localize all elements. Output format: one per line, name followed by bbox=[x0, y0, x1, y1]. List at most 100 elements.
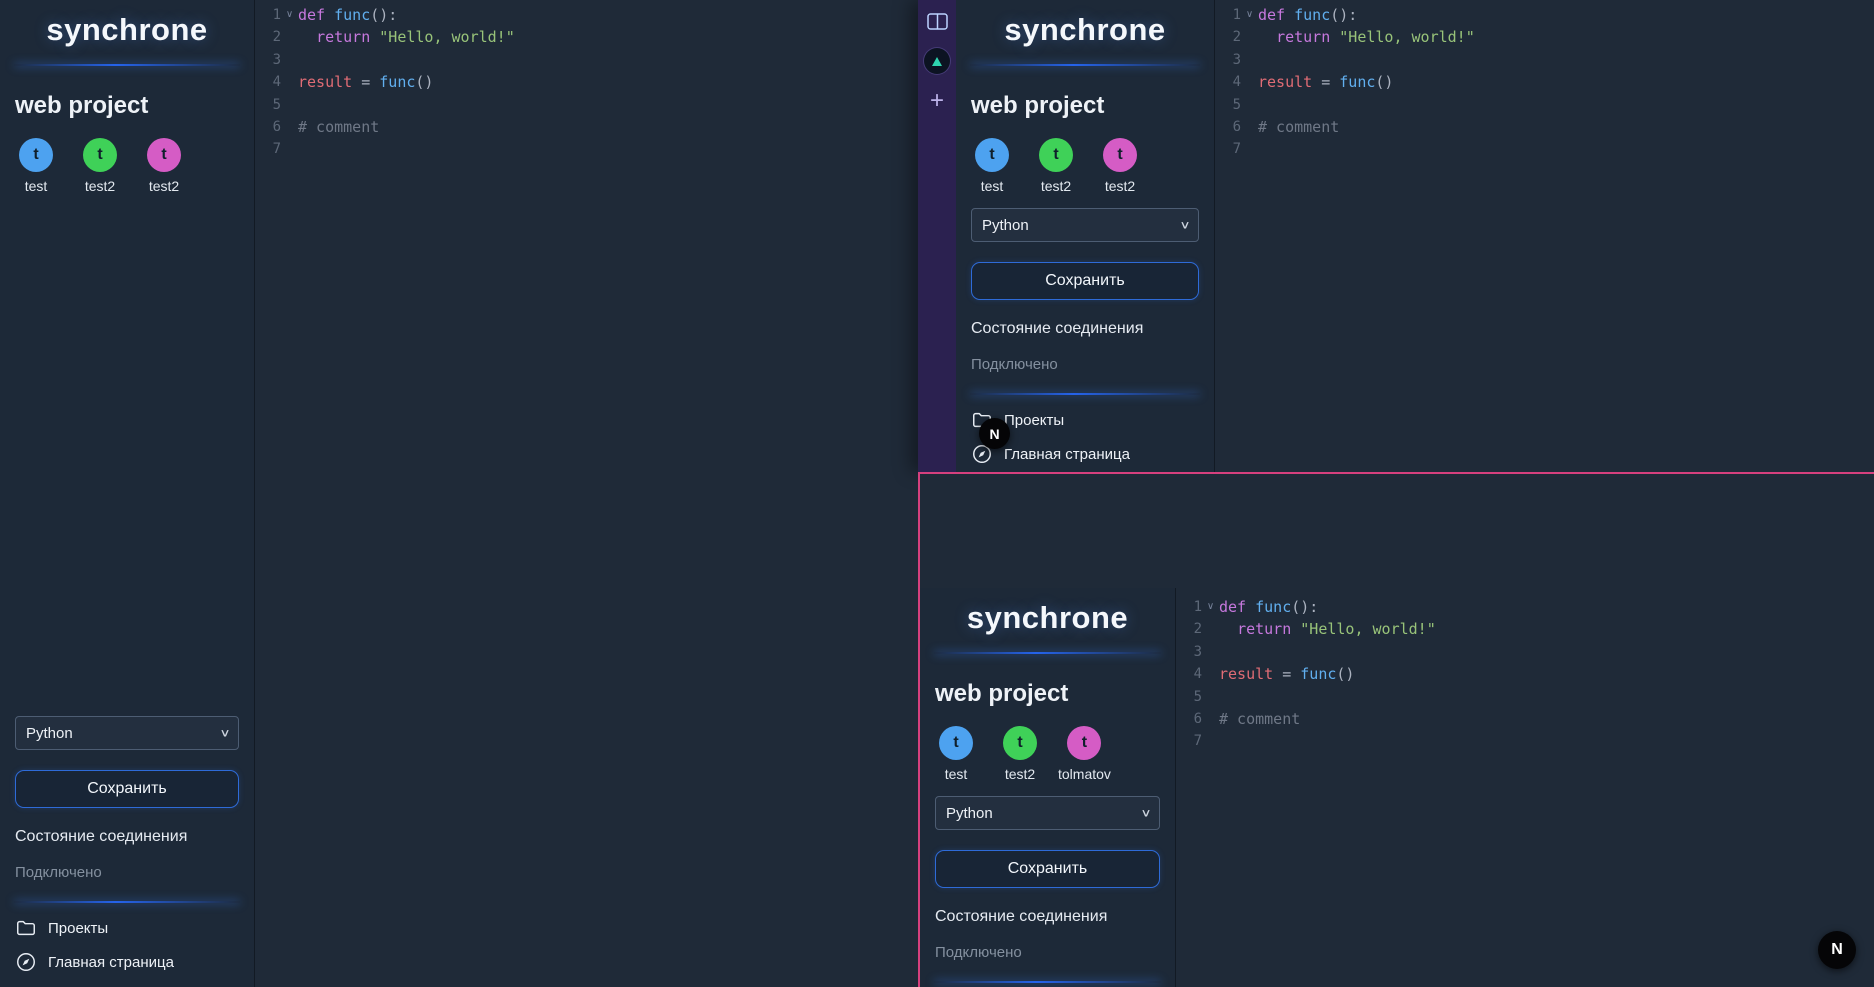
member-name: test2 bbox=[149, 178, 179, 194]
line-number: 1 bbox=[255, 4, 281, 26]
line-number: 5 bbox=[1176, 686, 1202, 708]
member-chip: t test2 bbox=[994, 726, 1046, 782]
code-line: 6 # comment bbox=[1215, 116, 1874, 138]
split-view-button[interactable] bbox=[923, 8, 951, 34]
code-text: # comment bbox=[1258, 116, 1339, 138]
line-number: 3 bbox=[1215, 49, 1241, 71]
sidebar: synchrone web project t test t test2 t t… bbox=[920, 588, 1176, 987]
language-select-wrap: Python ∨ bbox=[935, 796, 1160, 830]
connection-label: Состояние соединения bbox=[935, 908, 1160, 926]
divider bbox=[934, 652, 1161, 654]
member-chip: t test bbox=[10, 138, 62, 194]
language-select[interactable]: Python bbox=[971, 208, 1199, 242]
line-number: 6 bbox=[1215, 116, 1241, 138]
avatar: t bbox=[1039, 138, 1073, 172]
user-badge[interactable]: N bbox=[1818, 931, 1856, 969]
nav-label: Главная страница bbox=[1004, 446, 1130, 463]
sidebar: synchrone web project t test t test2 t t… bbox=[956, 0, 1215, 472]
member-chip: t test2 bbox=[1094, 138, 1146, 194]
member-list: t test t test2 t test2 bbox=[966, 138, 1204, 194]
sidebar-item-home[interactable]: Главная страница bbox=[971, 443, 1199, 465]
code-line: 7 bbox=[1215, 138, 1874, 160]
code-editor[interactable]: 1∨def func():2 return "Hello, world!"34r… bbox=[1176, 588, 1874, 987]
language-select[interactable]: Python bbox=[15, 716, 239, 750]
project-title: web project bbox=[935, 680, 1160, 708]
member-name: test bbox=[25, 178, 48, 194]
add-button[interactable]: + bbox=[923, 88, 951, 114]
code-text: return "Hello, world!" bbox=[1258, 26, 1475, 48]
code-text: result = func() bbox=[298, 71, 433, 93]
avatar: t bbox=[1003, 726, 1037, 760]
app-title: synchrone bbox=[920, 600, 1175, 636]
member-name: test2 bbox=[1005, 766, 1035, 782]
avatar: t bbox=[147, 138, 181, 172]
connection-status: Подключено bbox=[15, 864, 239, 881]
code-text: return "Hello, world!" bbox=[298, 26, 515, 48]
deploy-button[interactable] bbox=[924, 48, 950, 74]
connection-status: Подключено bbox=[935, 944, 1160, 961]
save-button[interactable]: Сохранить bbox=[971, 262, 1199, 300]
avatar: t bbox=[1067, 726, 1101, 760]
member-name: test2 bbox=[85, 178, 115, 194]
nav-label: Проекты bbox=[1004, 412, 1064, 429]
line-number: 1 bbox=[1176, 596, 1202, 618]
user-badge[interactable]: N bbox=[979, 418, 1010, 449]
divider bbox=[14, 64, 240, 66]
avatar: t bbox=[939, 726, 973, 760]
line-number: 3 bbox=[1176, 641, 1202, 663]
spacer bbox=[0, 194, 254, 702]
member-chip: t test bbox=[930, 726, 982, 782]
language-select-wrap: Python ∨ bbox=[971, 208, 1199, 242]
columns-icon bbox=[927, 13, 948, 30]
save-button[interactable]: Сохранить bbox=[15, 770, 239, 808]
divider bbox=[970, 393, 1200, 395]
desktop: synchrone web project t test t test2 t t… bbox=[0, 0, 1874, 987]
member-chip: t test2 bbox=[1030, 138, 1082, 194]
connection-label: Состояние соединения bbox=[15, 828, 239, 846]
line-number: 5 bbox=[1215, 94, 1241, 116]
code-text: # comment bbox=[298, 116, 379, 138]
language-select[interactable]: Python bbox=[935, 796, 1160, 830]
member-name: test2 bbox=[1105, 178, 1135, 194]
save-button[interactable]: Сохранить bbox=[935, 850, 1160, 888]
divider bbox=[14, 901, 240, 903]
app-window-overlay: synchrone web project t test t test2 t t… bbox=[918, 472, 1874, 987]
line-number: 2 bbox=[1176, 618, 1202, 640]
member-list: t test t test2 t tolmatov bbox=[930, 726, 1165, 782]
sidebar-item-projects[interactable]: Проекты bbox=[15, 917, 239, 939]
fold-chevron-icon[interactable]: ∨ bbox=[1202, 596, 1219, 618]
line-number: 4 bbox=[1176, 663, 1202, 685]
code-line: 3 bbox=[1176, 641, 1874, 663]
avatar: t bbox=[975, 138, 1009, 172]
line-number: 7 bbox=[1176, 730, 1202, 752]
code-editor[interactable]: 1∨def func():2 return "Hello, world!"34r… bbox=[1215, 0, 1874, 472]
nav-label: Главная страница bbox=[48, 954, 174, 971]
divider bbox=[934, 981, 1161, 983]
app-title: synchrone bbox=[0, 12, 254, 48]
line-number: 6 bbox=[1176, 708, 1202, 730]
member-name: tolmatov bbox=[1058, 766, 1111, 782]
code-line: 1∨def func(): bbox=[1215, 4, 1874, 26]
member-name: test2 bbox=[1041, 178, 1071, 194]
fold-chevron-icon[interactable]: ∨ bbox=[1241, 4, 1258, 26]
avatar: t bbox=[83, 138, 117, 172]
compass-icon bbox=[15, 951, 37, 973]
folder-icon bbox=[15, 917, 37, 939]
line-number: 6 bbox=[255, 116, 281, 138]
connection-status: Подключено bbox=[971, 356, 1199, 373]
code-text: return "Hello, world!" bbox=[1219, 618, 1436, 640]
divider bbox=[970, 64, 1200, 66]
connection-label: Состояние соединения bbox=[971, 320, 1199, 338]
line-number: 7 bbox=[1215, 138, 1241, 160]
activity-bar: + bbox=[918, 0, 956, 472]
member-list: t test t test2 t test2 bbox=[10, 138, 244, 194]
line-number: 2 bbox=[255, 26, 281, 48]
sidebar-item-home[interactable]: Главная страница bbox=[15, 951, 239, 973]
code-line: 4 result = func() bbox=[1176, 663, 1874, 685]
code-line: 6 # comment bbox=[1176, 708, 1874, 730]
code-text: # comment bbox=[1219, 708, 1300, 730]
fold-chevron-icon[interactable]: ∨ bbox=[281, 4, 298, 26]
line-number: 4 bbox=[1215, 71, 1241, 93]
line-number: 2 bbox=[1215, 26, 1241, 48]
code-text: result = func() bbox=[1219, 663, 1354, 685]
